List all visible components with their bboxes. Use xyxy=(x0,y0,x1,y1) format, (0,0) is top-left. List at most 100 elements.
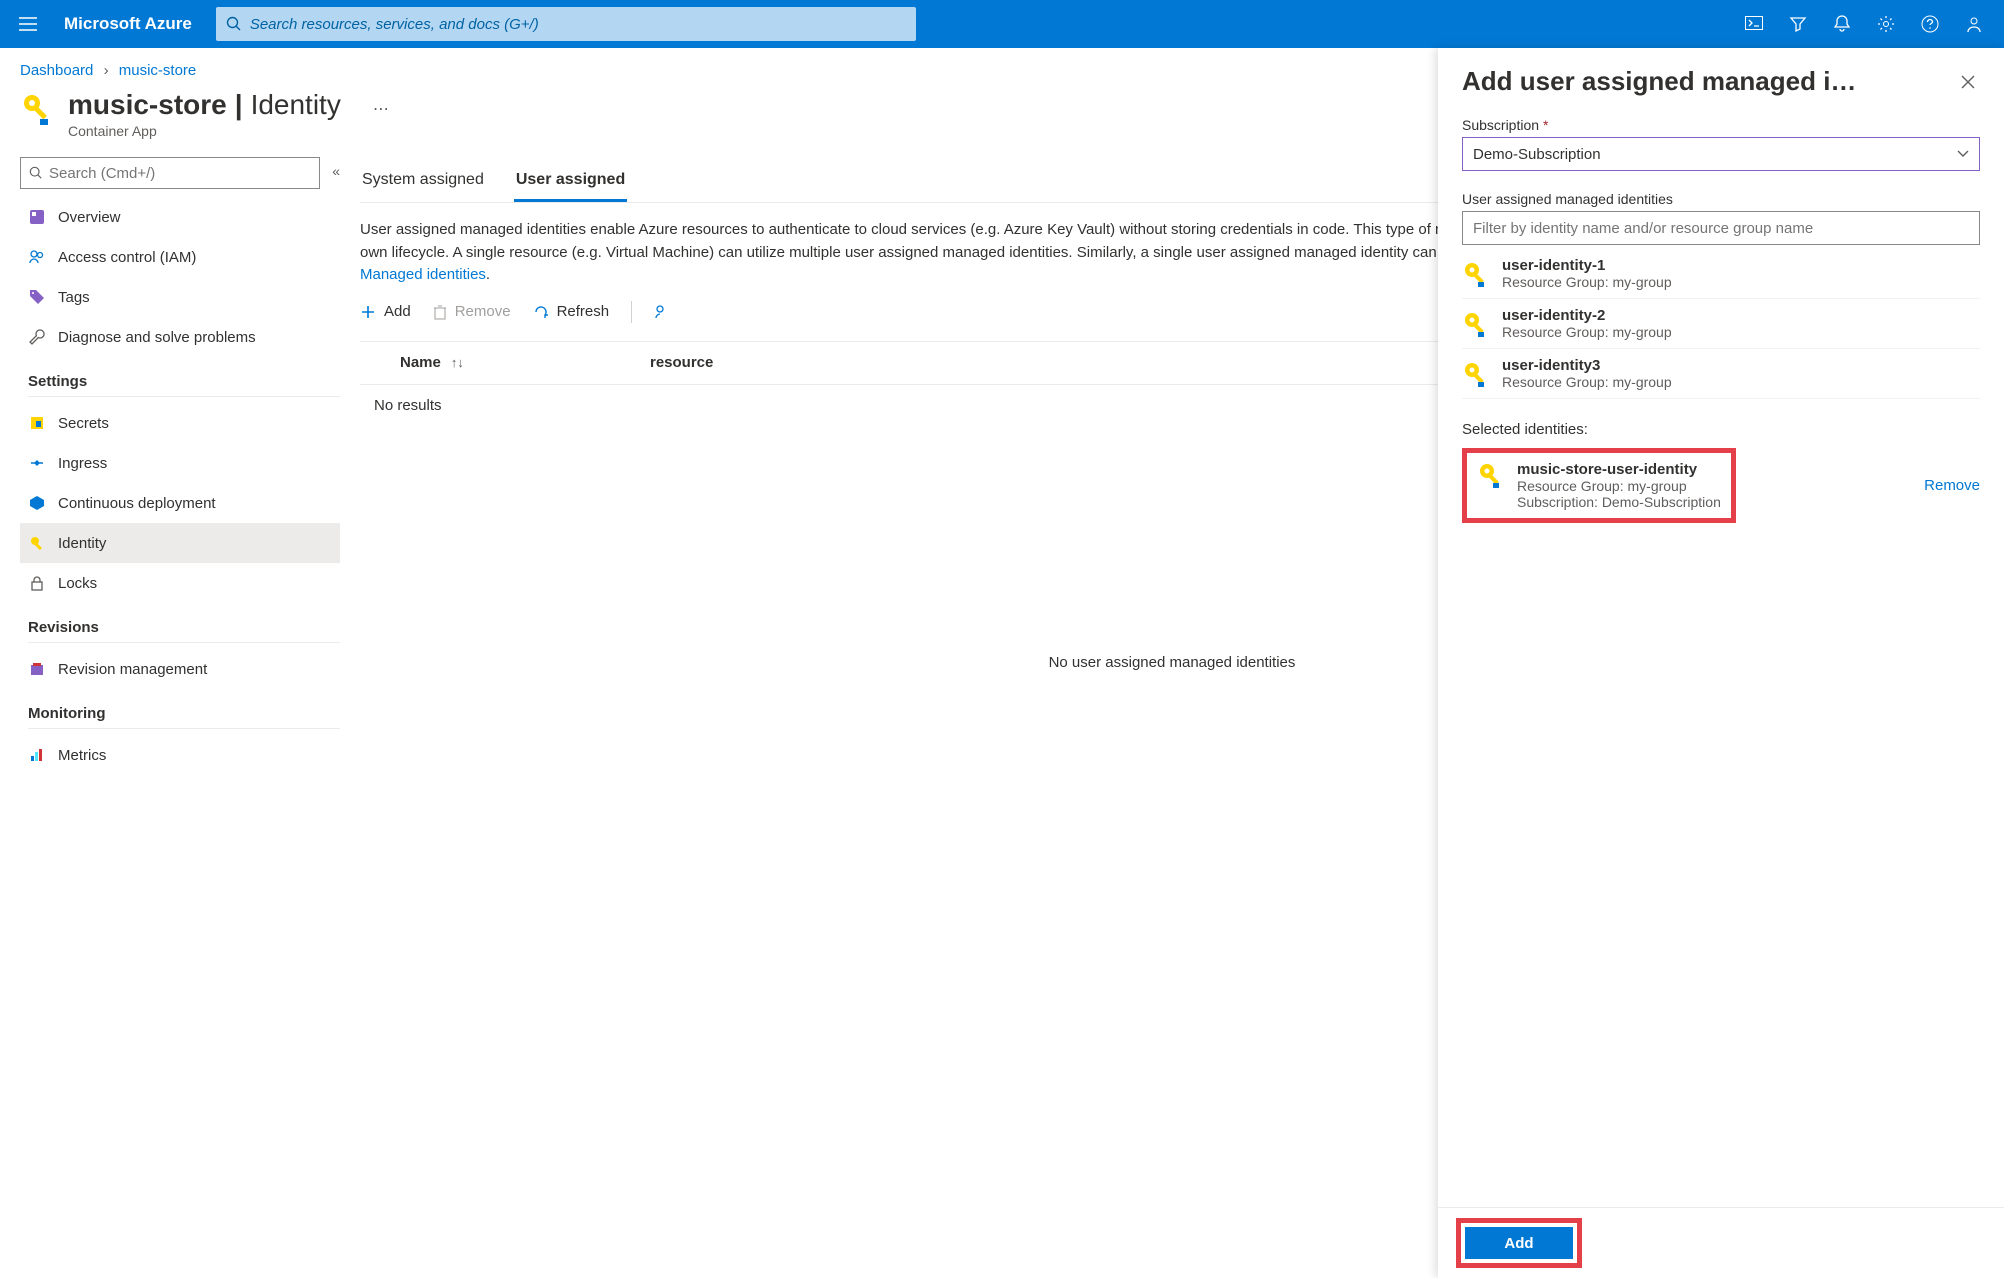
sidebar-item-label: Metrics xyxy=(58,747,106,764)
sidebar-item-metrics[interactable]: Metrics xyxy=(20,735,340,775)
sidebar-item-label: Diagnose and solve problems xyxy=(58,329,256,346)
sort-icon[interactable]: ↑↓ xyxy=(451,355,464,370)
sidebar-item-diagnose[interactable]: Diagnose and solve problems xyxy=(20,317,340,357)
secrets-icon xyxy=(28,414,46,432)
chevron-right-icon: › xyxy=(104,62,109,79)
selected-sub: Subscription: Demo-Subscription xyxy=(1517,494,1721,510)
cloud-shell-icon[interactable] xyxy=(1732,0,1776,48)
revision-icon xyxy=(28,660,46,678)
flyout-panel: Add user assigned managed i… Subscriptio… xyxy=(1438,48,2004,1278)
settings-icon[interactable] xyxy=(1864,0,1908,48)
tag-icon xyxy=(28,288,46,306)
add-button-highlight: Add xyxy=(1456,1218,1582,1268)
brand-label[interactable]: Microsoft Azure xyxy=(64,14,192,34)
sidebar-section-settings: Settings xyxy=(28,373,340,397)
sidebar-search[interactable] xyxy=(20,157,320,189)
sidebar-item-label: Continuous deployment xyxy=(58,495,216,512)
close-icon[interactable] xyxy=(1956,70,1980,94)
tab-user-assigned[interactable]: User assigned xyxy=(514,163,627,202)
identity-rg: Resource Group: my-group xyxy=(1502,374,1672,390)
identity-rg: Resource Group: my-group xyxy=(1502,274,1672,290)
identity-name: user-identity-2 xyxy=(1502,307,1672,324)
chevron-down-icon xyxy=(1957,150,1969,158)
filter-icon[interactable] xyxy=(1776,0,1820,48)
top-bar: Microsoft Azure xyxy=(0,0,2004,48)
resource-name: music-store xyxy=(68,89,227,121)
identity-item[interactable]: user-identity-2 Resource Group: my-group xyxy=(1462,299,1980,349)
breadcrumb-item[interactable]: music-store xyxy=(119,62,197,79)
page-title: music-store | Identity xyxy=(68,89,341,121)
sidebar-item-ingress[interactable]: Ingress xyxy=(20,443,340,483)
refresh-button[interactable]: Refresh xyxy=(533,303,610,320)
add-button[interactable]: Add xyxy=(360,303,411,320)
feedback-icon[interactable] xyxy=(1952,0,1996,48)
sidebar-search-input[interactable] xyxy=(49,165,311,182)
assign-button[interactable] xyxy=(654,304,670,320)
selected-identity: music-store-user-identity Resource Group… xyxy=(1462,448,1736,523)
more-icon[interactable]: ⋯ xyxy=(373,99,389,119)
identity-list: user-identity-1 Resource Group: my-group… xyxy=(1462,249,1980,399)
subscription-value: Demo-Subscription xyxy=(1473,146,1601,163)
resource-section: Identity xyxy=(251,89,341,121)
sidebar-item-identity[interactable]: Identity xyxy=(20,523,340,563)
selected-name: music-store-user-identity xyxy=(1517,461,1721,478)
sidebar-item-locks[interactable]: Locks xyxy=(20,563,340,603)
flyout-title: Add user assigned managed i… xyxy=(1462,66,1956,97)
tab-system-assigned[interactable]: System assigned xyxy=(360,163,486,202)
toolbar-separator xyxy=(631,301,632,323)
ingress-icon xyxy=(28,454,46,472)
sidebar-item-label: Ingress xyxy=(58,455,107,472)
key-icon xyxy=(1462,360,1490,388)
package-icon xyxy=(28,494,46,512)
identity-name: user-identity3 xyxy=(1502,357,1672,374)
identity-name: user-identity-1 xyxy=(1502,257,1672,274)
sidebar-item-label: Overview xyxy=(58,209,121,226)
sidebar-item-tags[interactable]: Tags xyxy=(20,277,340,317)
flyout-footer: Add xyxy=(1438,1207,2004,1278)
identities-label: User assigned managed identities xyxy=(1462,191,1980,207)
sidebar-item-label: Tags xyxy=(58,289,90,306)
identity-rg: Resource Group: my-group xyxy=(1502,324,1672,340)
help-icon[interactable] xyxy=(1908,0,1952,48)
sidebar-item-access-control[interactable]: Access control (IAM) xyxy=(20,237,340,277)
sidebar-item-label: Revision management xyxy=(58,661,207,678)
sidebar: « Overview Access control (IAM) Tags Dia… xyxy=(20,157,340,775)
hamburger-menu-icon[interactable] xyxy=(8,0,48,48)
remove-button: Remove xyxy=(433,303,511,320)
key-icon xyxy=(1462,260,1490,288)
sidebar-section-revisions: Revisions xyxy=(28,619,340,643)
people-icon xyxy=(28,248,46,266)
global-search-input[interactable] xyxy=(250,16,906,33)
key-icon xyxy=(20,91,54,125)
sidebar-item-secrets[interactable]: Secrets xyxy=(20,403,340,443)
sidebar-item-revision-mgmt[interactable]: Revision management xyxy=(20,649,340,689)
breadcrumb-item[interactable]: Dashboard xyxy=(20,62,93,79)
sidebar-item-overview[interactable]: Overview xyxy=(20,197,340,237)
lock-icon xyxy=(28,574,46,592)
identity-item[interactable]: user-identity-1 Resource Group: my-group xyxy=(1462,249,1980,299)
wrench-icon xyxy=(28,328,46,346)
key-icon xyxy=(1462,310,1490,338)
top-icon-bar xyxy=(1732,0,1996,48)
learn-more-link[interactable]: Managed identities xyxy=(360,266,486,283)
collapse-sidebar-icon[interactable]: « xyxy=(332,163,340,179)
filter-input[interactable] xyxy=(1462,211,1980,245)
column-name[interactable]: Name xyxy=(400,354,441,371)
global-search[interactable] xyxy=(216,7,916,41)
sidebar-item-label: Locks xyxy=(58,575,97,592)
sidebar-item-cd[interactable]: Continuous deployment xyxy=(20,483,340,523)
subscription-select[interactable]: Demo-Subscription xyxy=(1462,137,1980,171)
sidebar-item-label: Identity xyxy=(58,535,106,552)
identity-item[interactable]: user-identity3 Resource Group: my-group xyxy=(1462,349,1980,399)
key-icon xyxy=(1477,461,1505,489)
sidebar-item-label: Secrets xyxy=(58,415,109,432)
identity-icon xyxy=(28,534,46,552)
sidebar-section-monitoring: Monitoring xyxy=(28,705,340,729)
subscription-label: Subscription * xyxy=(1462,117,1980,133)
add-submit-button[interactable]: Add xyxy=(1465,1227,1573,1259)
remove-link[interactable]: Remove xyxy=(1874,477,1980,494)
sidebar-item-label: Access control (IAM) xyxy=(58,249,196,266)
notifications-icon[interactable] xyxy=(1820,0,1864,48)
metrics-icon xyxy=(28,746,46,764)
resource-type: Container App xyxy=(68,123,341,139)
